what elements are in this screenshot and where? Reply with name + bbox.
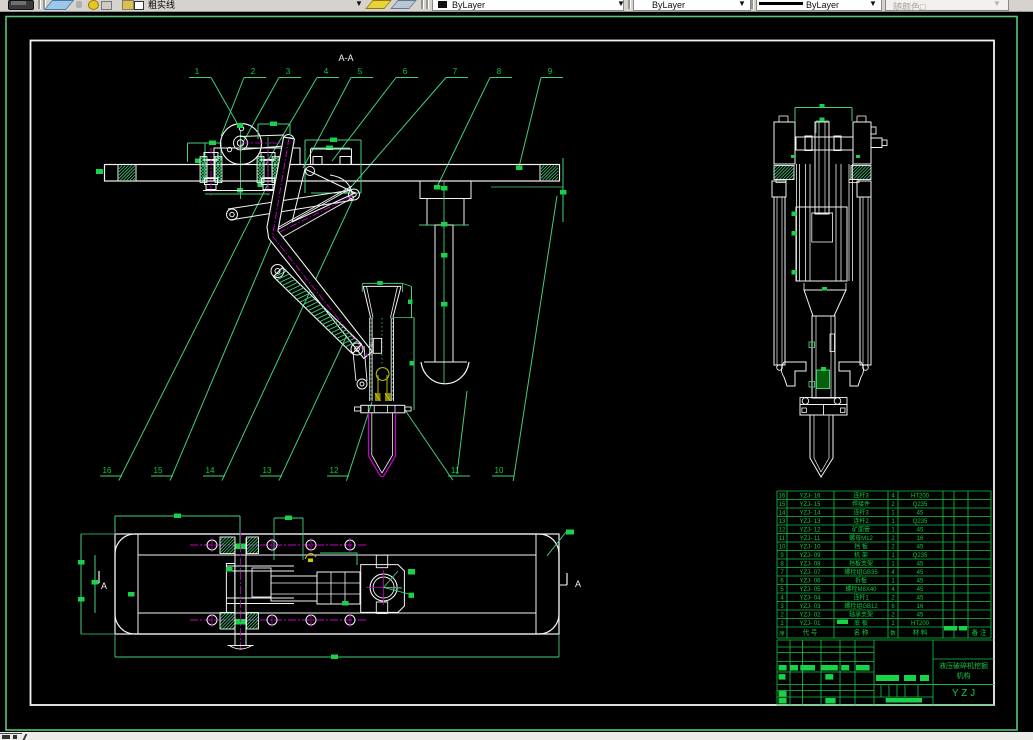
svg-text:HT200: HT200 bbox=[911, 621, 930, 627]
svg-text:数: 数 bbox=[890, 629, 896, 637]
svg-text:16: 16 bbox=[779, 494, 786, 500]
svg-text:A: A bbox=[101, 581, 107, 591]
svg-text:挡 板: 挡 板 bbox=[854, 543, 868, 551]
svg-text:11: 11 bbox=[451, 466, 460, 475]
svg-text:YZJ- 12: YZJ- 12 bbox=[799, 528, 821, 534]
svg-text:45: 45 bbox=[917, 545, 924, 551]
svg-text:A: A bbox=[575, 579, 581, 589]
svg-text:YZJ- 13: YZJ- 13 bbox=[799, 519, 821, 525]
svg-text:YZJ- 16: YZJ- 16 bbox=[799, 494, 821, 500]
svg-text:螺栓组GB35: 螺栓组GB35 bbox=[844, 568, 878, 576]
svg-text:45: 45 bbox=[917, 570, 924, 576]
svg-text:焊接件: 焊接件 bbox=[852, 500, 870, 508]
svg-text:连杆2: 连杆2 bbox=[853, 517, 869, 525]
svg-text:9: 9 bbox=[548, 67, 553, 76]
svg-text:13: 13 bbox=[263, 466, 272, 475]
svg-text:挡板支架: 挡板支架 bbox=[849, 560, 873, 568]
svg-text:机构: 机构 bbox=[957, 671, 971, 680]
svg-text:A-A: A-A bbox=[338, 53, 353, 63]
svg-text:1: 1 bbox=[195, 67, 200, 76]
svg-text:YZJ- 09: YZJ- 09 bbox=[799, 553, 821, 559]
svg-text:螺栓组GB12: 螺栓组GB12 bbox=[844, 602, 878, 610]
svg-text:14: 14 bbox=[206, 466, 215, 475]
svg-text:3: 3 bbox=[286, 67, 291, 76]
svg-text:12: 12 bbox=[330, 466, 339, 475]
svg-text:Q235: Q235 bbox=[913, 519, 928, 525]
svg-text:16: 16 bbox=[917, 604, 924, 610]
svg-text:螺栓M8X40: 螺栓M8X40 bbox=[845, 585, 877, 593]
svg-text:5: 5 bbox=[358, 67, 363, 76]
svg-text:螺母M12: 螺母M12 bbox=[849, 534, 873, 542]
svg-text:折板: 折板 bbox=[855, 577, 867, 585]
svg-text:YZJ- 14: YZJ- 14 bbox=[799, 511, 821, 517]
svg-text:10: 10 bbox=[779, 545, 786, 551]
svg-text:16: 16 bbox=[103, 466, 112, 475]
svg-text:机 架: 机 架 bbox=[854, 551, 868, 559]
svg-text:8: 8 bbox=[497, 67, 502, 76]
svg-text:15: 15 bbox=[779, 502, 786, 508]
svg-text:YZJ- 10: YZJ- 10 bbox=[799, 545, 821, 551]
svg-text:YZJ- 01: YZJ- 01 bbox=[799, 621, 821, 627]
svg-text:45: 45 bbox=[917, 587, 924, 593]
svg-text:45: 45 bbox=[917, 579, 924, 585]
svg-text:序: 序 bbox=[779, 630, 785, 638]
svg-text:12: 12 bbox=[779, 528, 786, 534]
svg-text:11: 11 bbox=[779, 536, 786, 542]
svg-text:HT200: HT200 bbox=[911, 494, 930, 500]
svg-text:连杆3: 连杆3 bbox=[853, 509, 869, 517]
svg-text:YZJ- 02: YZJ- 02 bbox=[799, 613, 821, 619]
svg-text:连杆1: 连杆1 bbox=[853, 594, 869, 602]
svg-text:液压破碎机挖掘: 液压破碎机挖掘 bbox=[939, 661, 988, 670]
svg-text:底 板: 底 板 bbox=[854, 619, 868, 627]
svg-text:矿面管: 矿面管 bbox=[852, 526, 870, 534]
svg-text:代 号: 代 号 bbox=[803, 628, 818, 637]
svg-text:连杆3: 连杆3 bbox=[853, 492, 869, 500]
svg-text:名 称: 名 称 bbox=[854, 628, 869, 637]
svg-text:YZJ- 07: YZJ- 07 bbox=[799, 570, 821, 576]
svg-text:Q235: Q235 bbox=[913, 502, 928, 508]
svg-text:45: 45 bbox=[917, 562, 924, 568]
svg-text:YZJ- 15: YZJ- 15 bbox=[799, 502, 821, 508]
svg-text:YZJ- 05: YZJ- 05 bbox=[799, 587, 821, 593]
svg-text:16: 16 bbox=[917, 536, 924, 542]
svg-text:45: 45 bbox=[917, 528, 924, 534]
svg-text:Y Z J: Y Z J bbox=[952, 688, 975, 699]
svg-text:15: 15 bbox=[154, 466, 163, 475]
svg-text:14: 14 bbox=[779, 511, 786, 517]
svg-text:YZJ- 06: YZJ- 06 bbox=[799, 579, 821, 585]
svg-text:Q235: Q235 bbox=[913, 553, 928, 559]
svg-text:2: 2 bbox=[251, 67, 256, 76]
svg-text:YZJ- 04: YZJ- 04 bbox=[799, 596, 821, 602]
svg-text:7: 7 bbox=[453, 67, 458, 76]
svg-text:YZJ- 11: YZJ- 11 bbox=[800, 536, 821, 542]
svg-text:45: 45 bbox=[917, 511, 924, 517]
svg-text:6: 6 bbox=[403, 67, 408, 76]
svg-text:13: 13 bbox=[779, 519, 786, 525]
svg-text:45: 45 bbox=[917, 596, 924, 602]
svg-text:YZJ- 08: YZJ- 08 bbox=[799, 562, 821, 568]
svg-text:45: 45 bbox=[917, 613, 924, 619]
svg-text:备 注: 备 注 bbox=[972, 628, 987, 637]
svg-text:YZJ- 03: YZJ- 03 bbox=[799, 604, 821, 610]
svg-text:4: 4 bbox=[324, 67, 329, 76]
svg-text:轴承支架: 轴承支架 bbox=[849, 611, 873, 619]
svg-text:10: 10 bbox=[495, 466, 504, 475]
svg-text:材 料: 材 料 bbox=[913, 628, 928, 637]
